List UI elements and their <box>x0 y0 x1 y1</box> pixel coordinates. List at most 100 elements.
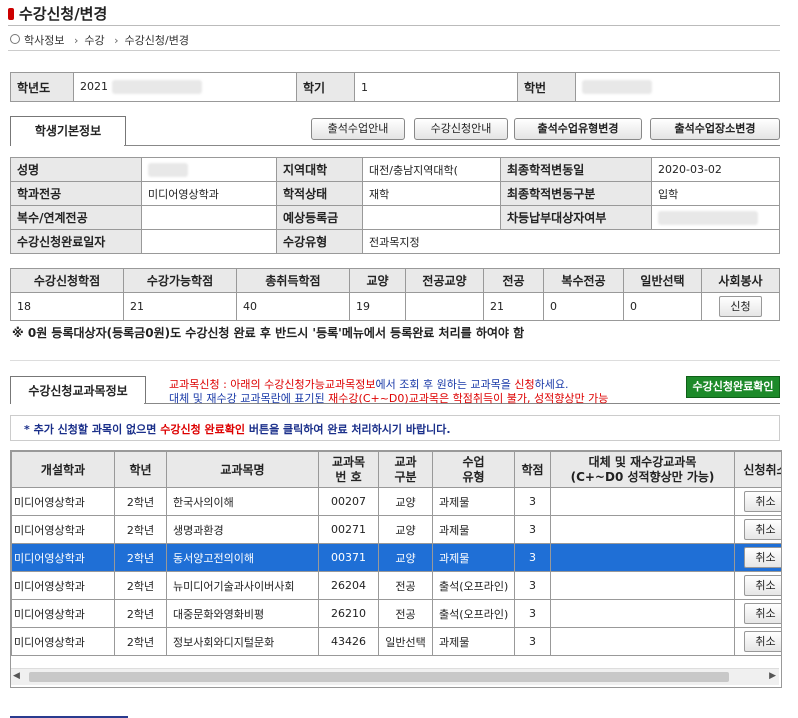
course-type-value: 전과목지정 <box>362 229 780 254</box>
cancel-button[interactable]: 취소 <box>744 547 781 568</box>
double-major-value <box>141 205 277 230</box>
notice-complete: * 추가 신청할 과목이 없으면 수강신청 완료확인 버튼을 클릭하여 완료 처… <box>24 423 451 436</box>
credits-value: 19 <box>349 292 406 321</box>
credits-value: 18 <box>10 292 124 321</box>
credits-value <box>405 292 484 321</box>
tab-course-info[interactable]: 수강신청교과목정보 <box>10 376 146 404</box>
course-row[interactable]: 미디어영상학과 2학년 정보사회와디지털문화 43426 일반선택 과제물 3 취소 <box>11 627 781 656</box>
course-number-cell: 00271 <box>318 515 379 544</box>
class-type-cell: 출석(오프라인) <box>432 599 515 628</box>
credits-header: 복수전공 <box>543 268 624 293</box>
change-attendance-place-button[interactable]: 출석수업장소변경 <box>650 118 780 140</box>
dept-cell: 미디어영상학과 <box>11 487 115 516</box>
region-value: 대전/충남지역대학( <box>362 157 501 182</box>
credits-header: 수강가능학점 <box>123 268 237 293</box>
course-row[interactable]: 미디어영상학과 2학년 동서양고전의이해 00371 교양 과제물 3 취소 <box>11 543 781 572</box>
cancel-button[interactable]: 취소 <box>744 631 781 652</box>
registration-guide-button[interactable]: 수강신청안내 <box>414 118 508 140</box>
double-major-label: 복수/연계전공 <box>10 205 142 230</box>
retake-cell <box>550 487 735 516</box>
category-cell: 전공 <box>378 599 433 628</box>
credits-header: 일반선택 <box>623 268 702 293</box>
credits-header: 사회봉사 <box>701 268 780 293</box>
class-type-cell: 출석(오프라인) <box>432 571 515 600</box>
cancel-cell: 취소 <box>734 515 781 544</box>
course-table-scroll[interactable]: 개설학과 학년 교과목명 교과목 번 호 교과 구분 수업 유형 학점 대체 및… <box>10 450 782 688</box>
diff-payer-label: 차등납부대상자여부 <box>500 205 652 230</box>
course-row[interactable]: 미디어영상학과 2학년 뉴미디어기술과사이버사회 26204 전공 출석(오프라인) 3 취소 <box>11 571 781 600</box>
course-name-cell: 정보사회와디지털문화 <box>166 627 319 656</box>
course-number-cell: 00207 <box>318 487 379 516</box>
course-row[interactable]: 미디어영상학과 2학년 대중문화와영화비평 26210 전공 출석(오프라인) 3 취소 <box>11 599 781 628</box>
grade-cell: 2학년 <box>114 599 167 628</box>
course-col-header: 신청취소 <box>734 451 781 488</box>
scroll-right-icon[interactable]: ▶ <box>769 671 776 681</box>
course-row[interactable]: 미디어영상학과 2학년 한국사의이해 00207 교양 과제물 3 취소 <box>11 487 781 516</box>
chevron-right-icon: › <box>73 34 79 47</box>
year-value: 2021 <box>73 72 297 102</box>
scroll-left-icon[interactable]: ◀ <box>13 671 20 681</box>
scrollbar-thumb[interactable] <box>29 672 729 682</box>
breadcrumb-item[interactable]: 학사정보 <box>24 34 64 47</box>
retake-cell <box>550 515 735 544</box>
credit-cell: 3 <box>514 487 551 516</box>
credits-value: 21 <box>123 292 237 321</box>
apply-button[interactable]: 신청 <box>719 296 762 317</box>
category-cell: 교양 <box>378 543 433 572</box>
credits-value: 21 <box>483 292 544 321</box>
cancel-button[interactable]: 취소 <box>744 519 781 540</box>
cancel-button[interactable]: 취소 <box>744 575 781 596</box>
bullet-icon <box>8 8 14 20</box>
course-col-header: 개설학과 <box>11 451 115 488</box>
credits-table: 수강신청학점 수강가능학점 총취득학점 교양 전공교양 전공 복수전공 일반선택… <box>10 268 780 321</box>
breadcrumb: 학사정보 › 수강 › 수강신청/변경 <box>10 32 189 48</box>
divider <box>10 360 780 361</box>
notice-zero-fee: ※ 0원 등록대상자(등록금0원)도 수강신청 완료 후 반드시 '등록'메뉴에… <box>12 326 525 340</box>
class-type-cell: 과제물 <box>432 627 515 656</box>
tab-student-info[interactable]: 학생기본정보 <box>10 116 126 146</box>
cancel-button[interactable]: 취소 <box>744 491 781 512</box>
course-type-label: 수강유형 <box>276 229 363 254</box>
cancel-cell: 취소 <box>734 487 781 516</box>
course-col-header: 학점 <box>514 451 551 488</box>
course-row[interactable]: 미디어영상학과 2학년 생명과환경 00271 교양 과제물 3 취소 <box>11 515 781 544</box>
breadcrumb-item[interactable]: 수강 <box>84 34 104 47</box>
credits-value: 0 <box>623 292 702 321</box>
attendance-guide-button[interactable]: 출석수업안내 <box>311 118 405 140</box>
credits-value: 0 <box>543 292 624 321</box>
course-col-header: 교과목 번 호 <box>318 451 379 488</box>
cancel-cell: 취소 <box>734 571 781 600</box>
credits-header: 전공 <box>483 268 544 293</box>
completion-date-label: 수강신청완료일자 <box>10 229 142 254</box>
status-label: 학적상태 <box>276 181 363 206</box>
name-label: 성명 <box>10 157 142 182</box>
cancel-button[interactable]: 취소 <box>744 603 781 624</box>
term-label: 학기 <box>296 72 355 102</box>
complete-confirm-button[interactable]: 수강신청완료확인 <box>686 376 780 398</box>
major-value: 미디어영상학과 <box>141 181 277 206</box>
course-name-cell: 동서양고전의이해 <box>166 543 319 572</box>
expected-fee-value <box>362 205 501 230</box>
credits-value: 40 <box>236 292 350 321</box>
category-cell: 교양 <box>378 487 433 516</box>
divider <box>8 25 780 26</box>
credit-cell: 3 <box>514 571 551 600</box>
credits-header: 수강신청학점 <box>10 268 124 293</box>
breadcrumb-item: 수강신청/변경 <box>124 34 189 47</box>
class-type-cell: 과제물 <box>432 487 515 516</box>
dept-cell: 미디어영상학과 <box>11 543 115 572</box>
term-value: 1 <box>354 72 518 102</box>
credit-cell: 3 <box>514 627 551 656</box>
diff-payer-value <box>651 205 780 230</box>
divider <box>8 50 780 51</box>
grade-cell: 2학년 <box>114 543 167 572</box>
grade-cell: 2학년 <box>114 627 167 656</box>
course-table: 개설학과 학년 교과목명 교과목 번 호 교과 구분 수업 유형 학점 대체 및… <box>11 451 781 656</box>
retake-cell <box>550 571 735 600</box>
social-service-cell: 신청 <box>701 292 780 321</box>
course-name-cell: 한국사의이해 <box>166 487 319 516</box>
course-number-cell: 26204 <box>318 571 379 600</box>
change-attendance-type-button[interactable]: 출석수업유형변경 <box>514 118 642 140</box>
credit-cell: 3 <box>514 515 551 544</box>
horizontal-scrollbar[interactable]: ◀ ▶ <box>11 668 779 685</box>
